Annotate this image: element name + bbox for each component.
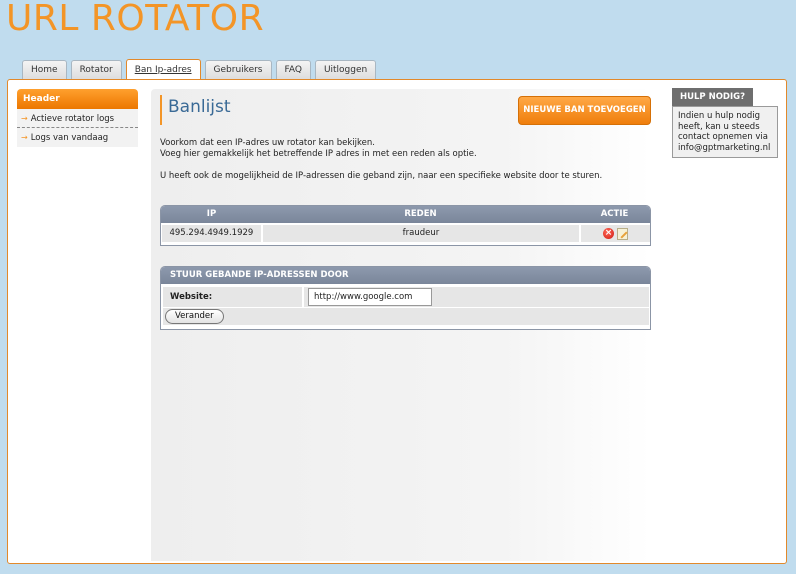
help-line: contact opnemen via <box>678 132 768 142</box>
help-box: HULP NODIG? Indien u hulp nodig heeft, k… <box>672 88 778 158</box>
arrow-right-icon: → <box>21 133 28 142</box>
main-frame: Header → Actieve rotator logs → Logs van v… <box>7 79 787 564</box>
sidebar-header: Header <box>17 89 138 109</box>
ban-table: IP REDEN ACTIE 495.294.4949.1929 fraudeu… <box>160 205 651 246</box>
sidebar-item-label: Logs van vandaag <box>30 133 109 143</box>
intro-line: U heeft ook de mogelijkheid de IP-adress… <box>160 171 603 181</box>
tab-rotator[interactable]: Rotator <box>70 60 122 80</box>
help-line: heeft, kan u steeds <box>678 121 760 132</box>
cell-ip: 495.294.4949.1929 <box>162 225 261 242</box>
intro-line: Voeg hier gemakkelijk het betreffende IP… <box>160 149 477 159</box>
cell-action: × <box>581 225 650 242</box>
button-row: Verander <box>163 308 649 325</box>
column-header-reason: REDEN <box>404 209 437 219</box>
page-title: Banlijst <box>160 95 231 125</box>
redirect-panel: STUUR GEBANDE IP-ADRESSEN DOOR Website: … <box>160 266 651 330</box>
website-input[interactable] <box>308 288 432 306</box>
tab-home[interactable]: Home <box>22 60 67 80</box>
help-text: Indien u hulp nodig heeft, kan u steeds … <box>672 106 778 158</box>
content-area: Banlijst NIEUWE BAN TOEVOEGEN Voorkom da… <box>151 89 651 561</box>
arrow-right-icon: → <box>21 114 28 123</box>
sidebar: Header → Actieve rotator logs → Logs van v… <box>17 89 138 147</box>
help-email: info@gptmarketing.nl <box>678 142 771 153</box>
sidebar-item-label: Actieve rotator logs <box>30 114 115 124</box>
app-title: URL ROTATOR <box>6 0 265 39</box>
intro-line: Voorkom dat een IP-adres uw rotator kan … <box>160 138 375 148</box>
tab-uitloggen[interactable]: Uitloggen <box>314 60 377 80</box>
column-header-action: ACTIE <box>600 209 629 219</box>
new-ban-button[interactable]: NIEUWE BAN TOEVOEGEN <box>518 96 651 125</box>
tab-gebruikers[interactable]: Gebruikers <box>204 60 272 80</box>
sidebar-item-logs-van-vandaag[interactable]: → Logs van vandaag <box>17 128 138 147</box>
cell-reason: fraudeur <box>262 225 580 242</box>
column-header-ip: IP <box>206 209 217 219</box>
edit-icon[interactable] <box>617 227 629 240</box>
help-line: Indien u hulp nodig <box>678 111 761 121</box>
change-button[interactable]: Verander <box>165 309 224 324</box>
intro-text: Voorkom dat een IP-adres uw rotator kan … <box>160 138 640 182</box>
website-field-cell <box>304 287 649 307</box>
main-tabs: Home Rotator Ban Ip-adres Gebruikers FAQ… <box>22 59 380 80</box>
tab-ban-ip-adres[interactable]: Ban Ip-adres <box>125 59 201 80</box>
help-title: HULP NODIG? <box>672 88 753 106</box>
table-row: 495.294.4949.1929 fraudeur × <box>161 225 650 242</box>
website-label: Website: <box>163 287 302 307</box>
sidebar-item-actieve-rotator-logs[interactable]: → Actieve rotator logs <box>17 109 138 128</box>
tab-faq[interactable]: FAQ <box>275 60 311 80</box>
table-header: IP REDEN ACTIE <box>161 206 650 223</box>
redirect-panel-title: STUUR GEBANDE IP-ADRESSEN DOOR <box>161 267 650 284</box>
delete-icon[interactable]: × <box>603 228 615 239</box>
website-row: Website: <box>161 287 650 307</box>
